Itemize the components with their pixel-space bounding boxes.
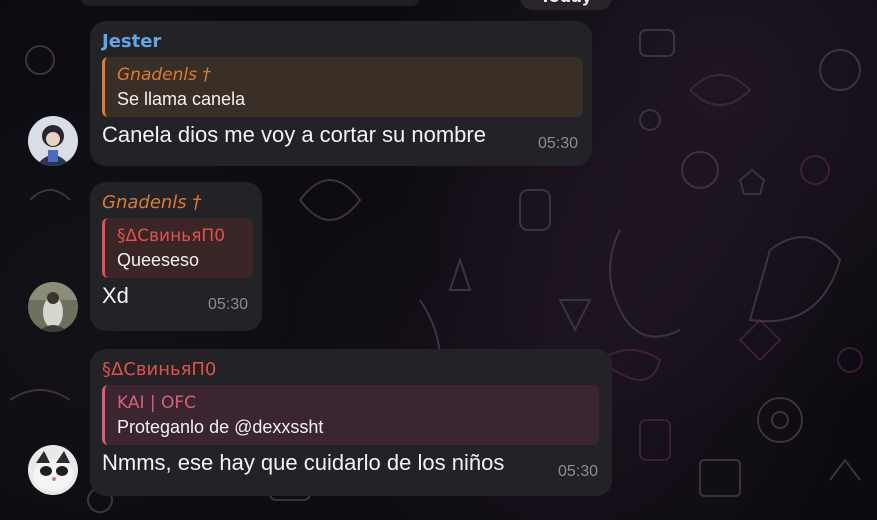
reply-sender: KAI | OFC: [117, 393, 197, 413]
message-sender[interactable]: Jester: [102, 31, 580, 53]
reply-text: Proteganlo de @dexxssht: [117, 417, 324, 437]
message-bubble[interactable]: Jester Gnadenls † Se llama canela Canela…: [90, 21, 592, 166]
avatar-svinya[interactable]: [28, 445, 78, 495]
message-time: 05:30: [207, 296, 248, 313]
avatar-gnadenls[interactable]: [28, 282, 78, 332]
message-sender[interactable]: Gnadenls †: [102, 192, 250, 214]
message-bubble[interactable]: Gnadenls † §ΔСвиньяП0 Queeseso Xd 05:30: [90, 182, 262, 331]
message-sender[interactable]: §ΔСвиньяП0: [102, 359, 600, 381]
message-row: Xd 05:30: [102, 278, 250, 318]
reply-sender: Gnadenls †: [117, 65, 211, 85]
message-row: Canela dios me voy a cortar su nombre 05…: [102, 117, 580, 157]
message-text: Canela dios me voy a cortar su nombre: [102, 122, 486, 147]
message-text: Nmms, ese hay que cuidarlo de los niños: [102, 450, 505, 475]
message-bubble[interactable]: §ΔСвиньяП0 KAI | OFC Proteganlo de @dexx…: [90, 349, 612, 496]
reply-quote[interactable]: §ΔСвиньяП0 Queeseso: [102, 218, 253, 278]
previous-message-bubble: [80, 0, 420, 6]
reply-sender: §ΔСвиньяП0: [117, 226, 226, 246]
message-time: 05:30: [537, 135, 578, 152]
reply-quote[interactable]: KAI | OFC Proteganlo de @dexxssht: [102, 385, 599, 445]
reply-text: Queeseso: [117, 250, 200, 270]
message-text: Xd: [102, 283, 129, 308]
avatar-jester[interactable]: [28, 116, 78, 166]
reply-quote[interactable]: Gnadenls † Se llama canela: [102, 57, 583, 117]
message-row: Nmms, ese hay que cuidarlo de los niños …: [102, 445, 600, 485]
reply-text: Se llama canela: [117, 89, 246, 109]
date-pill: Today: [520, 0, 612, 10]
message-time: 05:30: [557, 463, 598, 480]
